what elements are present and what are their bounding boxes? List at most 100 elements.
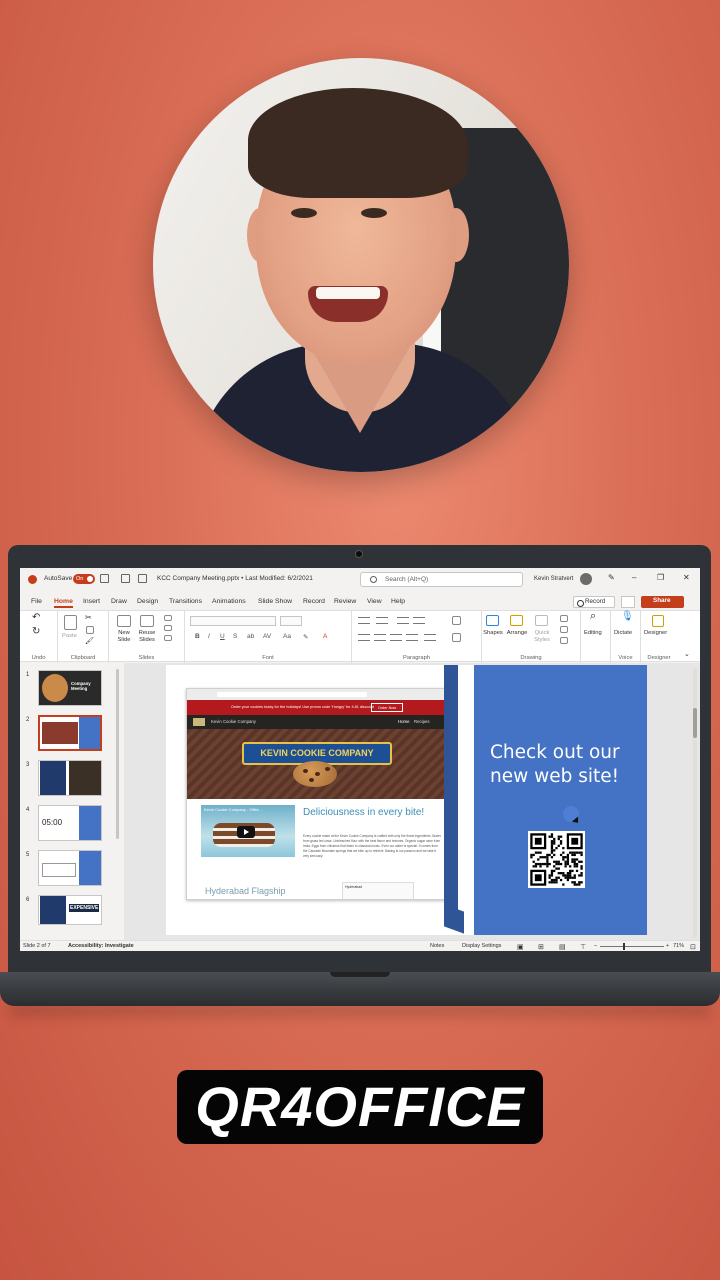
decrease-indent-icon[interactable] xyxy=(397,617,409,624)
canvas-scrollbar[interactable] xyxy=(693,668,697,938)
arrange-button[interactable]: Arrange xyxy=(503,630,531,637)
website-screenshot[interactable]: Order your cookies today for the holiday… xyxy=(186,688,450,900)
tab-help[interactable]: Help xyxy=(391,598,405,605)
tab-home[interactable]: Home xyxy=(54,598,73,608)
tab-design[interactable]: Design xyxy=(137,598,158,605)
tab-insert[interactable]: Insert xyxy=(83,598,100,605)
designer-button[interactable]: Designer xyxy=(644,630,667,637)
qr-code[interactable] xyxy=(528,831,585,888)
user-name[interactable]: Kevin Stratvert xyxy=(534,576,573,582)
copy-icon[interactable] xyxy=(86,626,94,634)
tab-transitions[interactable]: Transitions xyxy=(169,598,202,605)
callout-text[interactable]: Check out our new web site! xyxy=(490,741,640,789)
bullets-icon[interactable] xyxy=(358,617,370,624)
shape-outline-icon[interactable] xyxy=(560,626,568,633)
designer-icon[interactable] xyxy=(652,615,664,627)
shape-fill-icon[interactable] xyxy=(560,615,568,622)
save-icon[interactable] xyxy=(100,574,109,583)
normal-view-icon[interactable]: ▣ xyxy=(517,943,524,951)
zoom-out-icon[interactable]: – xyxy=(594,943,597,949)
present-icon[interactable] xyxy=(121,574,130,583)
highlight-icon[interactable]: ✎ xyxy=(303,633,308,641)
slide-thumbnail-3[interactable] xyxy=(38,760,102,796)
dictate-button[interactable]: Dictate xyxy=(614,630,632,637)
align-left-icon[interactable] xyxy=(358,634,370,641)
shapes-icon[interactable] xyxy=(486,615,499,626)
bold-icon[interactable]: B xyxy=(195,633,200,640)
slide-thumbnail-2[interactable] xyxy=(38,715,102,751)
canvas-scrollbar-thumb[interactable] xyxy=(693,708,697,738)
collapse-ribbon-icon[interactable]: ⌄ xyxy=(684,651,690,658)
paste-button[interactable]: Paste xyxy=(62,633,77,640)
numbering-icon[interactable] xyxy=(376,617,388,624)
quick-styles-button[interactable]: Quick Styles xyxy=(531,630,553,644)
tab-record[interactable]: Record xyxy=(303,598,325,605)
reset-icon[interactable] xyxy=(164,625,172,631)
smartart-icon[interactable] xyxy=(452,633,461,642)
layout-icon[interactable] xyxy=(164,615,172,621)
quick-styles-icon[interactable] xyxy=(535,615,548,626)
cut-icon[interactable]: ✂ xyxy=(85,614,92,622)
tab-view[interactable]: View xyxy=(367,598,382,605)
underline-icon[interactable]: U xyxy=(220,633,225,640)
new-slide-icon[interactable] xyxy=(117,615,131,627)
slideshow-view-icon[interactable]: ⊤ xyxy=(580,943,586,951)
minimize-icon[interactable]: – xyxy=(632,573,636,582)
slide-thumbnail-5[interactable] xyxy=(38,850,102,886)
increase-indent-icon[interactable] xyxy=(413,617,425,624)
font-name-input[interactable] xyxy=(190,616,276,626)
close-icon[interactable]: ✕ xyxy=(683,573,690,582)
zoom-in-icon[interactable]: + xyxy=(666,943,669,949)
record-button[interactable]: Record xyxy=(573,596,615,608)
slide-sorter-icon[interactable]: ⊞ xyxy=(538,943,544,951)
new-slide-button[interactable]: New Slide xyxy=(114,630,134,644)
undo-icon[interactable]: ↶ xyxy=(32,613,40,623)
notes-button[interactable]: Notes xyxy=(430,943,444,949)
shape-effects-icon[interactable] xyxy=(560,637,568,644)
callout-panel[interactable]: Check out our new web site! xyxy=(474,665,647,935)
tab-draw[interactable]: Draw xyxy=(111,598,127,605)
italic-icon[interactable]: I xyxy=(208,633,210,640)
text-direction-icon[interactable] xyxy=(452,616,461,625)
align-center-icon[interactable] xyxy=(374,634,386,641)
autosave-toggle[interactable]: On xyxy=(73,574,95,584)
search-input[interactable]: Search (Alt+Q) xyxy=(360,572,523,587)
char-spacing-icon[interactable]: AV xyxy=(263,633,271,640)
slide-thumbnail-1[interactable]: Company Meeting xyxy=(38,670,102,706)
zoom-slider[interactable] xyxy=(600,946,664,947)
tab-review[interactable]: Review xyxy=(334,598,356,605)
align-right-icon[interactable] xyxy=(390,634,402,641)
zoom-slider-thumb[interactable] xyxy=(623,943,625,950)
microphone-icon[interactable]: 🎙 xyxy=(621,612,634,622)
thumbnails-scrollbar[interactable] xyxy=(116,669,119,839)
accessibility-status[interactable]: Accessibility: Investigate xyxy=(68,943,134,949)
font-size-input[interactable] xyxy=(280,616,302,626)
fit-to-window-icon[interactable]: ⊡ xyxy=(690,943,696,951)
arrange-icon[interactable] xyxy=(510,615,523,626)
justify-icon[interactable] xyxy=(406,634,418,641)
reuse-slides-button[interactable]: Reuse Slides xyxy=(137,630,157,644)
pen-icon[interactable]: ✎ xyxy=(608,573,615,582)
shadow-icon[interactable]: ab xyxy=(247,633,254,640)
format-painter-icon[interactable]: 🖌 xyxy=(85,638,94,645)
tab-slide-show[interactable]: Slide Show xyxy=(258,598,292,605)
slide-thumbnail-6[interactable]: EXPENSIVE xyxy=(38,895,102,925)
tab-animations[interactable]: Animations xyxy=(212,598,246,605)
document-title[interactable]: KCC Company Meeting.pptx • Last Modified… xyxy=(157,575,313,582)
redo-icon[interactable]: ↻ xyxy=(32,627,40,637)
qr-addin-icon[interactable] xyxy=(138,574,147,583)
columns-icon[interactable] xyxy=(424,634,436,641)
reading-view-icon[interactable]: ▤ xyxy=(559,943,566,951)
display-settings-button[interactable]: Display Settings xyxy=(462,943,501,949)
share-button[interactable]: Share xyxy=(641,596,684,608)
restore-icon[interactable]: ❐ xyxy=(657,573,664,582)
editing-button[interactable]: Editing xyxy=(584,630,602,637)
strikethrough-icon[interactable]: S xyxy=(233,633,237,640)
paste-icon[interactable] xyxy=(64,615,77,630)
section-icon[interactable] xyxy=(164,635,172,641)
avatar[interactable] xyxy=(580,573,592,585)
reuse-slides-icon[interactable] xyxy=(140,615,154,627)
change-case-icon[interactable]: Aa xyxy=(283,633,291,640)
comment-icon[interactable] xyxy=(621,596,635,608)
slide-thumbnail-4[interactable]: 05:00 xyxy=(38,805,102,841)
